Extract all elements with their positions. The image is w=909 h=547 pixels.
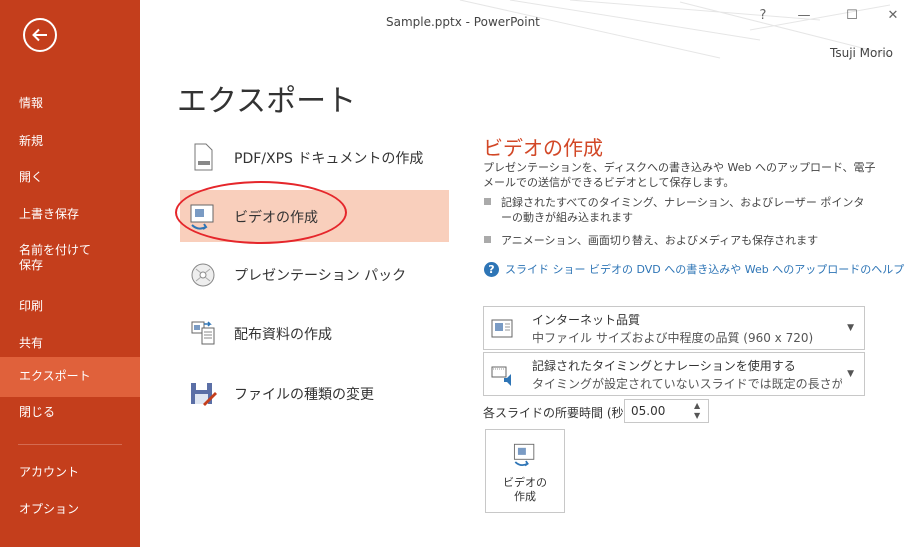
sidebar-divider: [18, 444, 122, 445]
bullet-item: 記録されたすべてのタイミング、ナレーション、およびレーザー ポインターの動きが組…: [484, 195, 874, 225]
sidebar-item-info[interactable]: 情報: [0, 96, 140, 111]
bullet-item: アニメーション、画面切り替え、およびメディアも保存されます: [484, 233, 818, 248]
option-label: ファイルの種類の変更: [234, 387, 374, 403]
highlight-ellipse-annotation: [175, 181, 347, 244]
quality-dropdown-subtitle: 中ファイル サイズおよび中程度の品質 (960 x 720): [532, 331, 814, 345]
backstage-sidebar: 情報 新規 開く 上書き保存 名前を付けて 保存 印刷 共有 エクスポート 閉じ…: [0, 0, 140, 547]
change-filetype-icon: [191, 383, 217, 406]
cd-package-icon: [191, 263, 215, 287]
timing-dropdown[interactable]: 記録されたタイミングとナレーションを使用する タイミングが設定されていないスライ…: [483, 352, 865, 396]
duration-spinner[interactable]: ▲ ▼: [694, 401, 700, 421]
detail-title: ビデオの作成: [483, 136, 603, 160]
bullet-icon: [484, 236, 491, 243]
option-label: PDF/XPS ドキュメントの作成: [234, 151, 424, 167]
sidebar-item-export[interactable]: エクスポート: [0, 357, 140, 397]
quality-dropdown[interactable]: インターネット品質 中ファイル サイズおよび中程度の品質 (960 x 720)…: [483, 306, 865, 350]
timing-dropdown-subtitle: タイミングが設定されていないスライドでは既定の長さが使わ…: [532, 377, 842, 391]
chevron-down-icon: ▼: [847, 369, 854, 379]
sidebar-item-print[interactable]: 印刷: [0, 299, 140, 314]
sidebar-item-account[interactable]: アカウント: [0, 465, 140, 480]
timing-dropdown-title: 記録されたタイミングとナレーションを使用する: [532, 359, 796, 373]
narration-icon: [491, 366, 511, 386]
option-label: プレゼンテーション パック: [234, 268, 407, 284]
page-title: エクスポート: [177, 84, 357, 119]
sidebar-item-save[interactable]: 上書き保存: [0, 207, 140, 222]
export-option-create-handouts[interactable]: 配布資料の作成: [180, 307, 449, 359]
help-link[interactable]: ? スライド ショー ビデオの DVD への書き込みや Web へのアップロードの…: [484, 261, 904, 277]
sidebar-item-new[interactable]: 新規: [0, 134, 140, 149]
window-title: Sample.pptx - PowerPoint: [386, 15, 540, 29]
create-video-button-label: ビデオの 作成: [503, 476, 547, 503]
detail-description: プレゼンテーションを、ディスクへの書き込みや Web へのアップロード、電子メー…: [483, 161, 876, 189]
monitor-icon: [491, 319, 513, 338]
sidebar-item-share[interactable]: 共有: [0, 336, 140, 351]
question-icon: ?: [484, 262, 499, 277]
sidebar-item-close[interactable]: 閉じる: [0, 405, 140, 420]
video-icon: [513, 443, 535, 467]
back-arrow-icon[interactable]: [23, 18, 57, 52]
handout-icon: [191, 321, 215, 345]
title-bar-decoration: [459, 0, 891, 59]
close-button[interactable]: ✕: [879, 8, 907, 23]
minimize-button[interactable]: —: [790, 8, 818, 23]
sidebar-item-options[interactable]: オプション: [0, 502, 140, 517]
sidebar-item-save-as[interactable]: 名前を付けて 保存: [0, 243, 140, 273]
export-option-pdf-xps[interactable]: PDF/XPS ドキュメントの作成: [180, 131, 449, 183]
chevron-down-icon: ▼: [847, 323, 854, 333]
account-user-name[interactable]: Tsuji Morio: [830, 46, 893, 60]
quality-dropdown-title: インターネット品質: [532, 313, 641, 327]
maximize-button[interactable]: ☐: [838, 8, 866, 23]
export-option-package-presentation[interactable]: プレゼンテーション パック: [180, 248, 449, 300]
create-video-button[interactable]: ビデオの 作成: [485, 429, 565, 513]
export-option-change-file-type[interactable]: ファイルの種類の変更: [180, 367, 449, 419]
sidebar-item-open[interactable]: 開く: [0, 170, 140, 185]
duration-label: 各スライドの所要時間 (秒):: [483, 406, 633, 420]
pdf-document-icon: [194, 143, 213, 171]
option-label: 配布資料の作成: [234, 327, 332, 343]
bullet-icon: [484, 198, 491, 205]
help-button[interactable]: ?: [749, 8, 777, 23]
